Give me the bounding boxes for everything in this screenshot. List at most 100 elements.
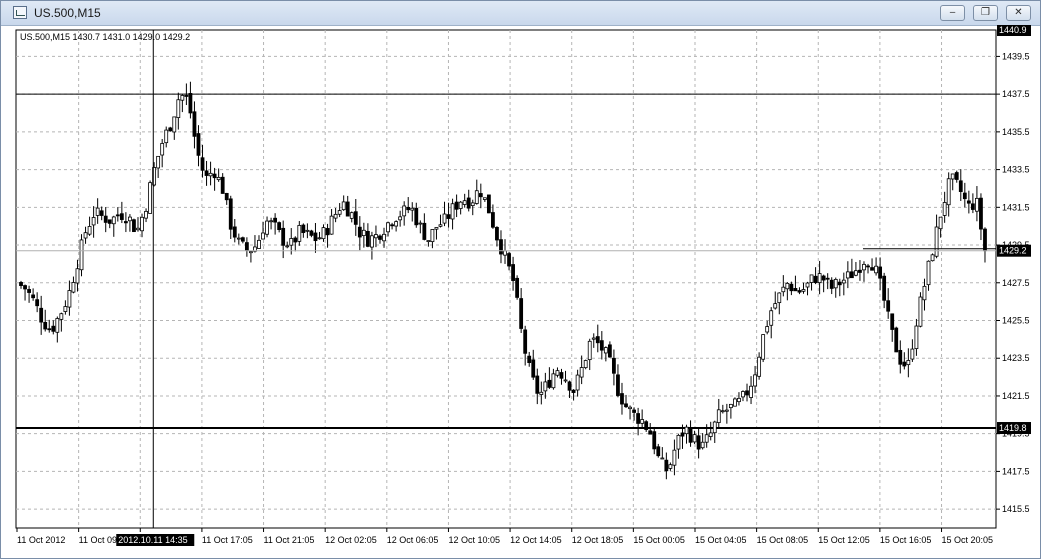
candle-body <box>67 290 72 308</box>
candle-body <box>119 213 124 220</box>
close-button[interactable]: ✕ <box>1006 5 1031 21</box>
candle-body <box>547 379 552 388</box>
candle-body <box>837 281 842 286</box>
candle-body <box>458 201 463 209</box>
candle-body <box>954 172 959 180</box>
candle-body <box>111 216 116 225</box>
candle-body <box>269 220 273 223</box>
candle-body <box>382 233 386 242</box>
candle-body <box>27 289 31 293</box>
candle-body <box>571 389 576 393</box>
x-tick-label: 12 Oct 06:05 <box>387 535 439 545</box>
restore-button[interactable]: ❐ <box>973 5 998 21</box>
candle-body <box>886 300 891 312</box>
candle-body <box>720 410 725 413</box>
candle-body <box>535 375 540 394</box>
candle-body <box>240 237 245 242</box>
y-tick-label: 1427.5 <box>1002 278 1030 288</box>
candle-body <box>273 217 278 223</box>
candle-body <box>333 213 338 219</box>
current-price-badge: 1429.2 <box>999 246 1027 256</box>
candle-body <box>35 299 40 307</box>
candle-body <box>277 222 282 230</box>
candle-body <box>148 182 152 214</box>
candle-body <box>587 340 592 361</box>
candle-body <box>47 328 52 331</box>
candle-body <box>345 201 350 217</box>
candle-body <box>737 397 741 403</box>
candle-body <box>329 215 334 235</box>
candle-body <box>450 203 455 220</box>
candle-body <box>511 264 515 281</box>
candle-body <box>192 111 197 137</box>
x-tick-label: 11 Oct 2012 <box>17 535 65 545</box>
x-tick-label: 15 Oct 12:05 <box>818 535 870 545</box>
y-tick-label: 1439.5 <box>1002 51 1030 61</box>
candle-body <box>503 250 507 256</box>
x-tick-label: 12 Oct 10:05 <box>448 535 500 545</box>
candle-body <box>749 385 753 398</box>
x-tick-label: 12 Oct 18:05 <box>572 535 624 545</box>
candle-body <box>507 253 511 267</box>
candle-body <box>220 176 225 194</box>
candle-body <box>708 432 713 437</box>
candle-body <box>236 237 241 240</box>
candle-body <box>281 227 286 246</box>
candle-body <box>257 239 261 249</box>
minimize-button[interactable]: ‒ <box>940 5 965 21</box>
candle-body <box>95 207 100 216</box>
candle-body <box>958 180 963 192</box>
level-price-badge: 1419.8 <box>999 423 1027 433</box>
candle-body <box>656 446 661 457</box>
candle-body <box>43 322 48 330</box>
candle-body <box>244 242 249 251</box>
candle-body <box>559 372 564 379</box>
candle-body <box>491 212 495 228</box>
candle-body <box>757 356 762 377</box>
candle-body <box>39 307 44 323</box>
candle-body <box>728 403 733 409</box>
candle-body <box>196 133 201 156</box>
candle-body <box>410 207 415 211</box>
x-tick-label: 15 Oct 16:05 <box>880 535 932 545</box>
candle-body <box>724 409 729 412</box>
candle-body <box>232 226 237 238</box>
candle-body <box>365 230 370 247</box>
candle-body <box>495 226 499 241</box>
candle-body <box>636 413 641 424</box>
candle-body <box>430 229 435 243</box>
y-tick-label: 1423.5 <box>1002 353 1030 363</box>
candle-body <box>918 296 923 327</box>
candle-body <box>567 381 572 391</box>
candle-body <box>882 275 887 301</box>
candle-body <box>309 230 314 236</box>
candle-body <box>603 347 608 354</box>
candle-body <box>664 459 669 472</box>
candle-body <box>406 206 411 211</box>
chart-window: US.500,M15 ‒ ❐ ✕ 1439.5 1437.5 1435.5 1433.… <box>0 0 1041 559</box>
candle-body <box>579 367 584 378</box>
candle-body <box>398 216 403 221</box>
candle-body <box>551 373 556 389</box>
candle-body <box>83 232 88 239</box>
candle-body <box>575 374 580 391</box>
x-tick-label: 11 Oct 21:05 <box>264 535 315 545</box>
candle-body <box>55 318 60 333</box>
candle-body <box>79 239 84 271</box>
x-tick-label: 15 Oct 04:05 <box>695 535 747 545</box>
candle-body <box>854 270 858 276</box>
x-tick-label: 12 Oct 02:05 <box>325 535 377 545</box>
candle-body <box>434 227 439 230</box>
candle-body <box>462 200 467 205</box>
candle-body <box>321 227 326 240</box>
price-chart[interactable]: 1439.51437.51435.51433.51431.51429.51427… <box>1 25 1040 558</box>
candle-body <box>386 222 390 233</box>
candle-body <box>184 95 189 97</box>
candle-body <box>761 334 766 360</box>
candle-body <box>845 271 850 279</box>
candle-body <box>168 127 173 132</box>
candle-body <box>63 306 68 312</box>
candle-body <box>696 435 701 450</box>
candle-body <box>922 285 927 301</box>
candle-body <box>402 205 407 217</box>
